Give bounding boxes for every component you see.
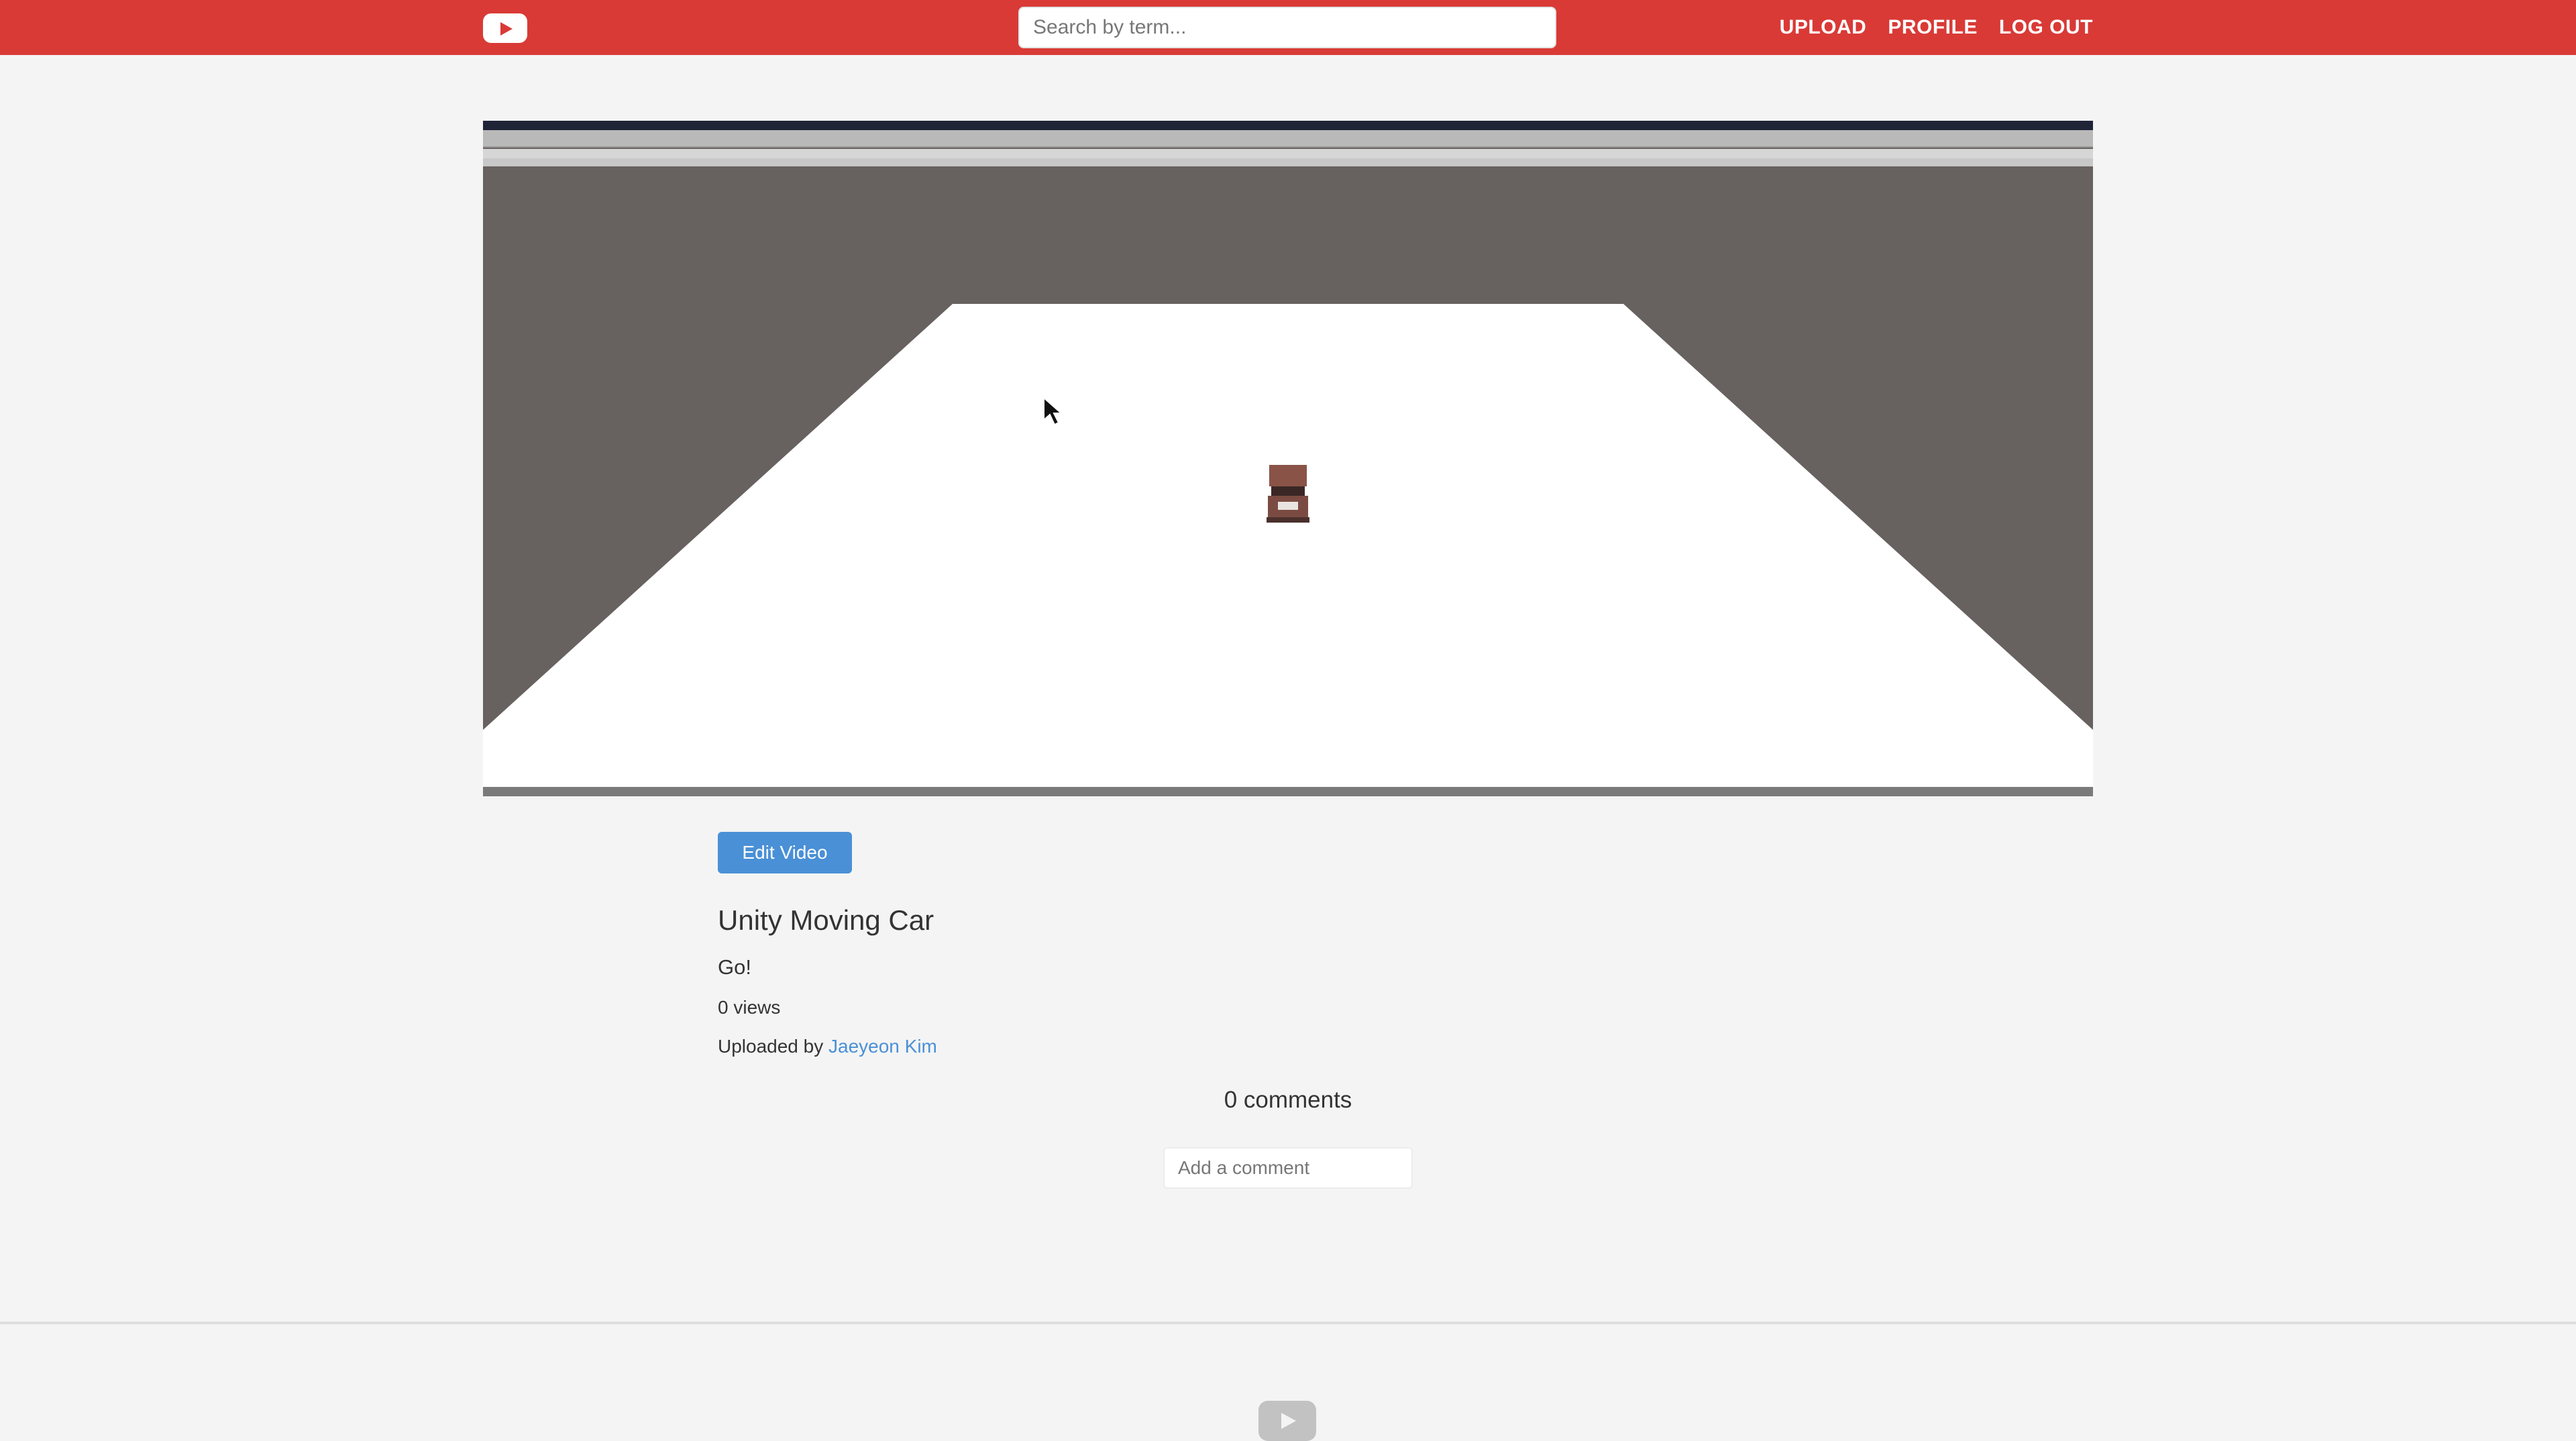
car-model	[1267, 465, 1309, 523]
view-count: 0 views	[718, 997, 781, 1018]
profile-link[interactable]: PROFILE	[1888, 16, 1978, 39]
youtube-logo-icon[interactable]	[483, 13, 527, 43]
video-frame-toolbar	[483, 130, 2093, 148]
uploader-link[interactable]: Jaeyeon Kim	[828, 1036, 937, 1057]
video-progress-bar[interactable]	[483, 787, 2093, 796]
comment-input[interactable]	[1163, 1147, 1413, 1189]
top-navbar: UPLOAD PROFILE LOG OUT	[0, 0, 2576, 55]
video-frame-menubar	[483, 121, 2093, 130]
video-description: Go!	[718, 955, 751, 979]
uploaded-by-label: Uploaded by	[718, 1036, 829, 1057]
footer-youtube-logo-icon[interactable]	[1258, 1401, 1316, 1441]
uploader-info: Uploaded by Jaeyeon Kim	[718, 1036, 937, 1057]
edit-video-button[interactable]: Edit Video	[718, 832, 852, 873]
search-input[interactable]	[1018, 7, 1556, 48]
video-player[interactable]	[483, 121, 2093, 796]
upload-link[interactable]: UPLOAD	[1780, 16, 1867, 39]
video-frame-scene-tabs	[483, 158, 2093, 166]
video-frame-scene	[483, 166, 2093, 796]
logout-link[interactable]: LOG OUT	[1999, 16, 2093, 39]
nav-links: UPLOAD PROFILE LOG OUT	[1780, 0, 2093, 55]
footer-divider	[0, 1322, 2576, 1324]
video-title: Unity Moving Car	[718, 904, 934, 936]
video-frame-toolbar-secondary	[483, 149, 2093, 158]
comments-count: 0 comments	[1224, 1087, 1352, 1113]
